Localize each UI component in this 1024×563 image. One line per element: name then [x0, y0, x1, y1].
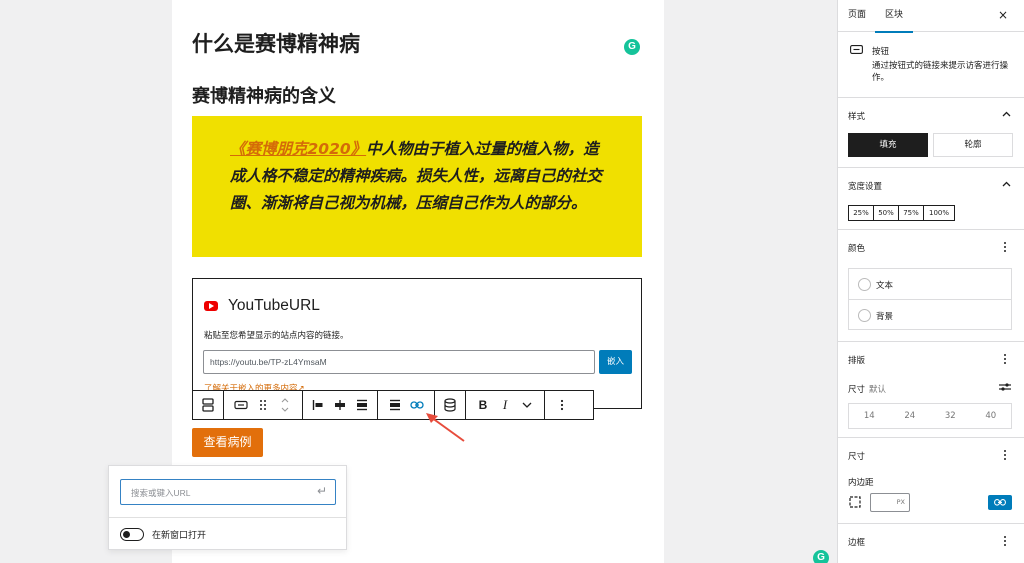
width-25[interactable]: 25%: [849, 206, 874, 220]
more-options-icon[interactable]: [551, 394, 573, 416]
width-50[interactable]: 50%: [874, 206, 899, 220]
chevron-up-icon[interactable]: [1002, 111, 1011, 117]
width-title[interactable]: 宽度设置: [848, 180, 882, 192]
justify-left-icon[interactable]: [307, 394, 329, 416]
width-100[interactable]: 100%: [924, 206, 954, 220]
padding-label: 内边距: [848, 478, 874, 488]
drag-handle-icon[interactable]: [252, 394, 274, 416]
padding-unit[interactable]: PX: [897, 498, 905, 506]
justify-center-icon[interactable]: [329, 394, 351, 416]
button-block-icon: [850, 45, 863, 54]
width-panel: 宽度设置 25% 50% 75% 100%: [838, 168, 1024, 230]
color-background-label: 背景: [876, 312, 894, 322]
color-background-item[interactable]: 背景: [849, 300, 1011, 331]
new-tab-label: 在新窗口打开: [152, 531, 207, 541]
link-sides-button[interactable]: [988, 495, 1012, 510]
embed-title: YouTubeURL: [228, 297, 320, 314]
italic-button[interactable]: I: [494, 394, 516, 416]
font-size-14[interactable]: 14: [864, 411, 875, 421]
link-icon: [994, 499, 1006, 506]
style-outline-option[interactable]: 轮廓: [933, 133, 1013, 157]
more-options-icon[interactable]: [1003, 241, 1007, 253]
padding-box-icon: [849, 496, 861, 508]
view-cases-button[interactable]: 查看病例: [192, 428, 263, 457]
dimensions-title[interactable]: 尺寸: [848, 450, 865, 462]
styles-panel: 样式 填充 轮廓: [838, 98, 1024, 168]
link-popover: 搜索或键入URL ↵ 在新窗口打开: [108, 465, 347, 550]
popover-divider: [109, 517, 346, 518]
grammarly-icon-bottom[interactable]: G: [813, 550, 829, 563]
heading-1[interactable]: 什么是赛博精神病: [192, 28, 360, 58]
close-icon[interactable]: ×: [998, 8, 1008, 22]
color-text-label: 文本: [876, 281, 894, 291]
padding-input[interactable]: PX: [870, 493, 910, 512]
block-description: 通过按钮式的链接来提示访客进行操作。: [872, 61, 1009, 83]
width-75[interactable]: 75%: [899, 206, 924, 220]
border-title[interactable]: 边框: [848, 536, 865, 548]
dimensions-panel: 尺寸 内边距 PX: [838, 438, 1024, 524]
new-tab-toggle[interactable]: [120, 528, 144, 541]
settings-sidebar: 页面 区块 × 按钮 通过按钮式的链接来提示访客进行操作。 样式 填充 轮廓 宽…: [837, 0, 1024, 563]
chevron-up-icon[interactable]: [1002, 181, 1011, 187]
typography-panel: 排版 尺寸 默认 14 24 32 40: [838, 342, 1024, 438]
embed-description: 粘贴至您希望显示的站点内容的链接。: [204, 331, 349, 341]
highlight-paragraph[interactable]: 《赛博朋克2020》中人物由于植入过量的植入物，造成人格不稳定的精神疾病。损失人…: [192, 116, 642, 257]
quote-link[interactable]: 《赛博朋克2020》: [230, 140, 366, 158]
styles-title[interactable]: 样式: [848, 110, 865, 122]
typography-title[interactable]: 排版: [848, 354, 865, 366]
more-options-icon[interactable]: [1003, 535, 1007, 547]
justify-space-icon[interactable]: [351, 394, 373, 416]
border-panel: 边框: [838, 524, 1024, 563]
color-swatch-icon: [858, 278, 871, 291]
font-size-32[interactable]: 32: [945, 411, 956, 421]
bold-button[interactable]: B: [472, 394, 494, 416]
annotation-arrow-icon: [426, 413, 465, 442]
style-fill-option[interactable]: 填充: [848, 133, 928, 157]
tab-page[interactable]: 页面: [848, 0, 866, 32]
font-size-picker: 14 24 32 40: [848, 403, 1012, 429]
link-url-input[interactable]: 搜索或键入URL: [120, 479, 336, 505]
color-text-item[interactable]: 文本: [849, 269, 1011, 300]
color-list: 文本 背景: [848, 268, 1012, 330]
heading-2[interactable]: 赛博精神病的含义: [192, 82, 336, 108]
chevron-down-icon[interactable]: [516, 394, 538, 416]
enter-icon[interactable]: ↵: [317, 484, 338, 498]
grammarly-icon[interactable]: G: [624, 39, 640, 55]
buttons-parent-icon[interactable]: [197, 394, 219, 416]
more-options-icon[interactable]: [1003, 449, 1007, 461]
font-size-24[interactable]: 24: [904, 411, 915, 421]
tab-block[interactable]: 区块: [874, 0, 914, 33]
custom-size-icon[interactable]: [999, 382, 1011, 392]
embed-button[interactable]: 嵌入: [599, 350, 632, 374]
width-options: 25% 50% 75% 100%: [848, 205, 955, 221]
more-options-icon[interactable]: [1003, 353, 1007, 365]
youtube-icon: [204, 301, 218, 311]
move-up-down-icon[interactable]: [274, 394, 296, 416]
font-size-value: 默认: [869, 385, 887, 395]
color-title[interactable]: 颜色: [848, 242, 865, 254]
color-swatch-icon: [858, 309, 871, 322]
sidebar-tabs: 页面 区块 ×: [838, 0, 1024, 33]
embed-url-input[interactable]: https://youtu.be/TP-zL4YmsaM: [203, 350, 595, 374]
font-size-label: 尺寸: [848, 385, 866, 395]
block-name: 按钮: [872, 47, 890, 57]
color-panel: 颜色 文本 背景: [838, 230, 1024, 342]
button-block-icon[interactable]: [230, 394, 252, 416]
font-size-40[interactable]: 40: [985, 411, 996, 421]
width-align-icon[interactable]: [384, 394, 406, 416]
block-toolbar: B I: [192, 390, 594, 420]
block-card: 按钮 通过按钮式的链接来提示访客进行操作。: [838, 32, 1024, 98]
